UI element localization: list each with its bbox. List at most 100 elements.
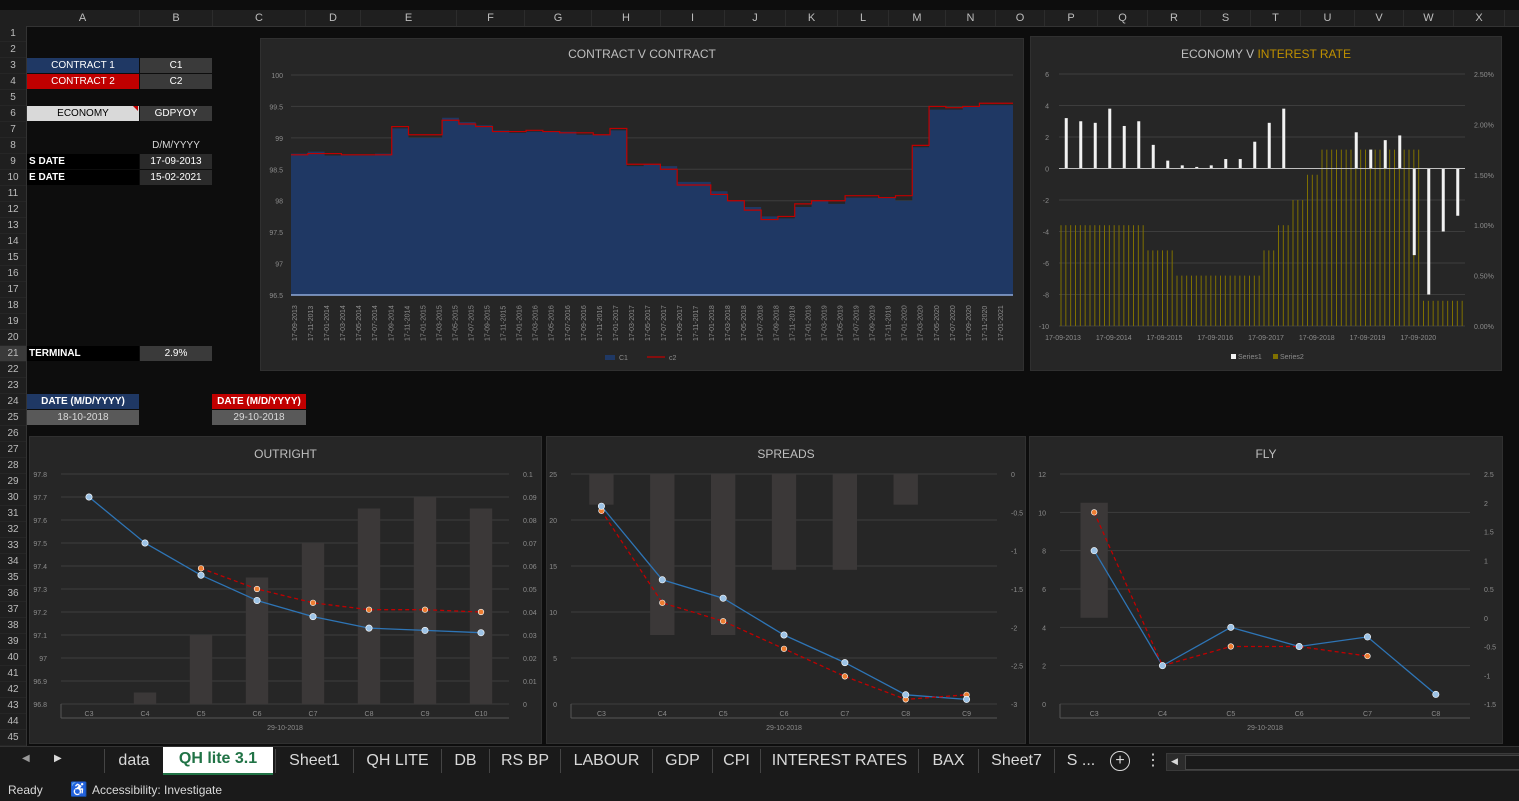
column-header-l[interactable]: L bbox=[838, 10, 889, 26]
column-header-q[interactable]: Q bbox=[1098, 10, 1148, 26]
sheet-tab-gdp[interactable]: GDP bbox=[652, 749, 712, 773]
contract2-value[interactable]: C2 bbox=[140, 74, 212, 89]
more-options-icon[interactable]: ⋮ bbox=[1145, 750, 1161, 770]
sheet-tab-data[interactable]: data bbox=[104, 749, 163, 773]
contract1-value[interactable]: C1 bbox=[140, 58, 212, 73]
date2-label[interactable]: DATE (M/D/YYYY) bbox=[212, 394, 306, 409]
date2-value[interactable]: 29-10-2018 bbox=[212, 410, 306, 425]
sheet-tab-bax[interactable]: BAX bbox=[918, 749, 978, 773]
accessibility-status[interactable]: Accessibility: Investigate bbox=[92, 783, 222, 797]
edate-value[interactable]: 15-02-2021 bbox=[140, 170, 212, 185]
row-header-12[interactable]: 12 bbox=[0, 202, 26, 218]
row-header-39[interactable]: 39 bbox=[0, 634, 26, 650]
fly-chart-panel[interactable]: FLY 12 10 8 6 4 2 0 2.5 2 1.5 1 0.5 0 -0.5 -1 -1.5 C3 C4 C… bbox=[1029, 436, 1503, 744]
column-header-g[interactable]: G bbox=[525, 10, 592, 26]
row-header-28[interactable]: 28 bbox=[0, 458, 26, 474]
column-header-b[interactable]: B bbox=[140, 10, 213, 26]
row-header-44[interactable]: 44 bbox=[0, 714, 26, 730]
row-header-13[interactable]: 13 bbox=[0, 218, 26, 234]
row-header-9[interactable]: 9 bbox=[0, 154, 26, 170]
row-header-41[interactable]: 41 bbox=[0, 666, 26, 682]
row-header-25[interactable]: 25 bbox=[0, 410, 26, 426]
column-header-w[interactable]: W bbox=[1404, 10, 1454, 26]
contract1-label[interactable]: CONTRACT 1 bbox=[27, 58, 139, 73]
terminal-value[interactable]: 2.9% bbox=[140, 346, 212, 361]
row-header-14[interactable]: 14 bbox=[0, 234, 26, 250]
row-header-24[interactable]: 24 bbox=[0, 394, 26, 410]
row-header-40[interactable]: 40 bbox=[0, 650, 26, 666]
sheet-tab-sheet1[interactable]: Sheet1 bbox=[275, 749, 353, 773]
row-header-33[interactable]: 33 bbox=[0, 538, 26, 554]
row-header-27[interactable]: 27 bbox=[0, 442, 26, 458]
column-header-c[interactable]: C bbox=[213, 10, 306, 26]
column-header-p[interactable]: P bbox=[1045, 10, 1098, 26]
row-header-32[interactable]: 32 bbox=[0, 522, 26, 538]
row-header-43[interactable]: 43 bbox=[0, 698, 26, 714]
row-header-15[interactable]: 15 bbox=[0, 250, 26, 266]
column-header-m[interactable]: M bbox=[889, 10, 946, 26]
scroll-right-icon[interactable]: ▶ bbox=[54, 753, 62, 764]
accessibility-icon[interactable]: ♿ bbox=[70, 781, 87, 798]
row-header-17[interactable]: 17 bbox=[0, 282, 26, 298]
row-header-8[interactable]: 8 bbox=[0, 138, 26, 154]
column-header-h[interactable]: H bbox=[592, 10, 661, 26]
row-header-36[interactable]: 36 bbox=[0, 586, 26, 602]
column-header-s[interactable]: S bbox=[1201, 10, 1251, 26]
row-header-37[interactable]: 37 bbox=[0, 602, 26, 618]
row-header-11[interactable]: 11 bbox=[0, 186, 26, 202]
add-sheet-icon[interactable]: + bbox=[1110, 751, 1130, 771]
date1-label[interactable]: DATE (M/D/YYYY) bbox=[27, 394, 139, 409]
scroll-left-icon[interactable]: ◀ bbox=[22, 753, 30, 764]
column-header-v[interactable]: V bbox=[1355, 10, 1404, 26]
row-header-18[interactable]: 18 bbox=[0, 298, 26, 314]
column-header-i[interactable]: I bbox=[661, 10, 725, 26]
row-header-6[interactable]: 6 bbox=[0, 106, 26, 122]
row-header-29[interactable]: 29 bbox=[0, 474, 26, 490]
sheet-tab-qh-lite-3-1[interactable]: QH lite 3.1 bbox=[163, 747, 273, 775]
row-header-34[interactable]: 34 bbox=[0, 554, 26, 570]
column-header-u[interactable]: U bbox=[1301, 10, 1355, 26]
spreads-chart-panel[interactable]: SPREADS 25 20 15 10 5 0 0 -0.5 -1 -1.5 -2 -2.5 -3 C3 C… bbox=[546, 436, 1026, 744]
outright-chart-panel[interactable]: OUTRIGHT 97.8 97.7 97.6 97.5 97.4 97.3 97.2 97.… bbox=[29, 436, 542, 744]
row-header-4[interactable]: 4 bbox=[0, 74, 26, 90]
column-header-d[interactable]: D bbox=[306, 10, 361, 26]
row-header-22[interactable]: 22 bbox=[0, 362, 26, 378]
row-header-1[interactable]: 1 bbox=[0, 26, 26, 42]
row-header-20[interactable]: 20 bbox=[0, 330, 26, 346]
column-header-k[interactable]: K bbox=[786, 10, 838, 26]
row-header-2[interactable]: 2 bbox=[0, 42, 26, 58]
sheet-tab-s-[interactable]: S ... bbox=[1054, 749, 1107, 773]
sheet-tab-interest-rates[interactable]: INTEREST RATES bbox=[760, 749, 918, 773]
column-header-e[interactable]: E bbox=[361, 10, 457, 26]
date1-value[interactable]: 18-10-2018 bbox=[27, 410, 139, 425]
horizontal-scrollbar[interactable]: ◀ bbox=[1166, 753, 1519, 771]
column-header-j[interactable]: J bbox=[725, 10, 786, 26]
row-header-16[interactable]: 16 bbox=[0, 266, 26, 282]
row-header-21[interactable]: 21 bbox=[0, 346, 26, 362]
row-header-31[interactable]: 31 bbox=[0, 506, 26, 522]
sheet-tab-sheet7[interactable]: Sheet7 bbox=[978, 749, 1054, 773]
column-header-a[interactable]: A bbox=[26, 10, 140, 26]
terminal-label[interactable]: TERMINAL bbox=[27, 346, 139, 361]
scrollbar-thumb[interactable] bbox=[1185, 755, 1519, 770]
edate-label[interactable]: E DATE bbox=[27, 170, 139, 185]
sheet-tab-db[interactable]: DB bbox=[441, 749, 489, 773]
date-format-cell[interactable]: D/M/YYYY bbox=[140, 138, 212, 153]
sheet-tab-cpi[interactable]: CPI bbox=[712, 749, 760, 773]
sheet-tab-qh-lite[interactable]: QH LITE bbox=[353, 749, 441, 773]
row-header-23[interactable]: 23 bbox=[0, 378, 26, 394]
row-header-42[interactable]: 42 bbox=[0, 682, 26, 698]
scrollbar-left-arrow-icon[interactable]: ◀ bbox=[1171, 756, 1178, 767]
row-header-3[interactable]: 3 bbox=[0, 58, 26, 74]
row-header-19[interactable]: 19 bbox=[0, 314, 26, 330]
sheet-tab-rs-bp[interactable]: RS BP bbox=[489, 749, 560, 773]
row-header-7[interactable]: 7 bbox=[0, 122, 26, 138]
economy-chart-panel[interactable]: ECONOMY V INTEREST RATE 6 4 2 0 -2 -4 -6 -8 -10 2… bbox=[1030, 36, 1502, 371]
row-header-45[interactable]: 45 bbox=[0, 730, 26, 746]
economy-value[interactable]: GDPYOY bbox=[140, 106, 212, 121]
row-header-38[interactable]: 38 bbox=[0, 618, 26, 634]
contract-chart-panel[interactable]: CONTRACT V CONTRACT 100 99.5 99 98.5 98 97.5 9… bbox=[260, 38, 1024, 371]
contract2-label[interactable]: CONTRACT 2 bbox=[27, 74, 139, 89]
column-header-n[interactable]: N bbox=[946, 10, 996, 26]
row-header-26[interactable]: 26 bbox=[0, 426, 26, 442]
